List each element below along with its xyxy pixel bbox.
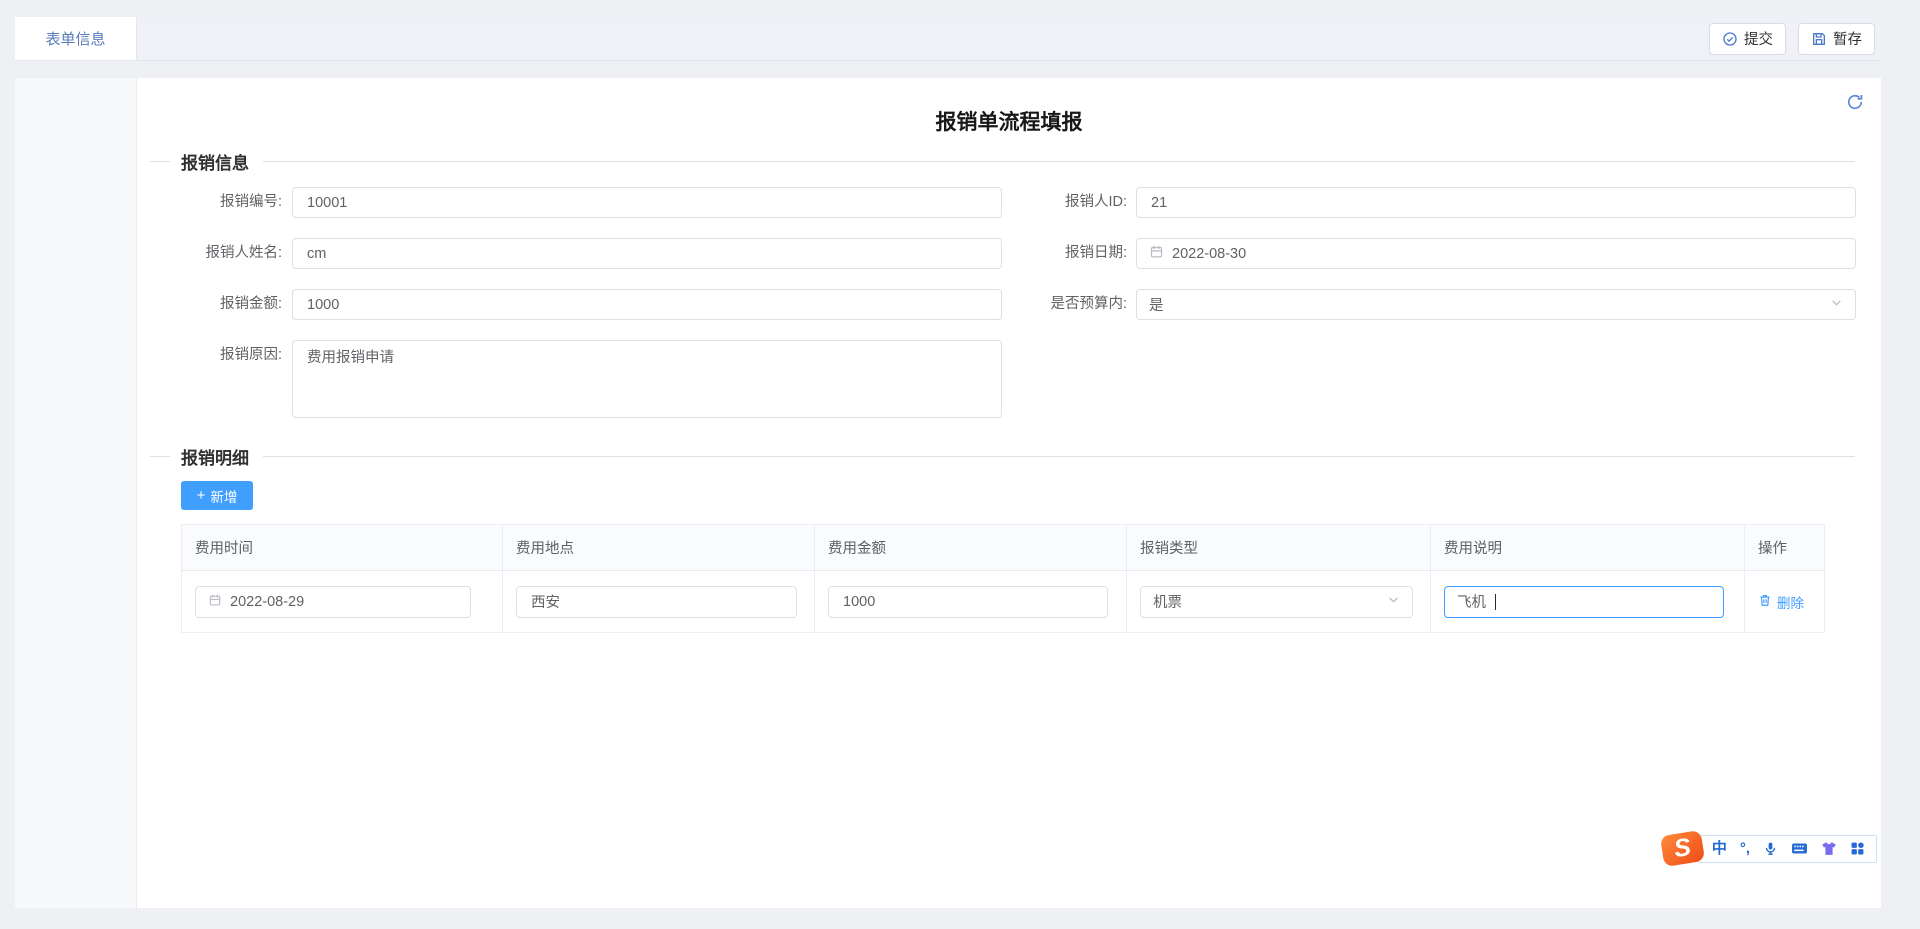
delete-row-label: 删除 <box>1777 592 1804 612</box>
reason-label: 报销原因: <box>147 340 282 371</box>
expense-date-picker[interactable]: 2022-08-30 <box>1136 238 1856 269</box>
row-expense-place-input[interactable] <box>516 586 797 618</box>
topbar-actions: 提交 暂存 <box>1709 17 1881 60</box>
tab-form-info[interactable]: 表单信息 <box>15 17 137 60</box>
ime-keyboard-icon[interactable] <box>1791 841 1808 856</box>
in-budget-label: 是否预算内: <box>907 289 1127 320</box>
ime-chinese-mode-icon[interactable]: 中 <box>1712 841 1727 856</box>
row-expense-desc-value: 飞机 <box>1457 591 1486 612</box>
left-gutter <box>15 78 137 908</box>
form-panel-main: 报销单流程填报 报销信息 报销编号: 报销人ID: 报销人姓名: 报销日期: <box>137 78 1881 908</box>
table-row: 2022-08-29 机票 <box>182 571 1824 632</box>
expense-date-value: 2022-08-30 <box>1172 246 1843 262</box>
save-draft-button-label: 暂存 <box>1833 28 1862 49</box>
row-expense-time-value: 2022-08-29 <box>230 594 458 610</box>
save-draft-button[interactable]: 暂存 <box>1798 23 1875 55</box>
field-reason: 报销原因: 费用报销申请 <box>147 340 1002 418</box>
header-expense-type: 报销类型 <box>1127 525 1431 570</box>
expense-no-label: 报销编号: <box>147 187 282 218</box>
text-caret <box>1495 594 1496 610</box>
expense-date-label: 报销日期: <box>907 238 1127 269</box>
row-expense-desc-input[interactable]: 飞机 <box>1444 586 1724 618</box>
row-expense-amount-input[interactable] <box>828 586 1108 618</box>
amount-input[interactable] <box>292 289 1002 320</box>
chevron-down-icon <box>1830 296 1843 313</box>
field-applicant-id: 报销人ID: <box>907 187 1856 218</box>
in-budget-value: 是 <box>1149 294 1822 315</box>
header-expense-time: 费用时间 <box>182 525 503 570</box>
page-title: 报销单流程填报 <box>137 106 1881 136</box>
submit-button[interactable]: 提交 <box>1709 23 1786 55</box>
applicant-name-label: 报销人姓名: <box>147 238 282 269</box>
header-actions: 操作 <box>1745 525 1824 570</box>
expense-detail-table: 费用时间 费用地点 费用金额 报销类型 费用说明 操作 <box>181 524 1825 633</box>
applicant-name-input[interactable] <box>292 238 1002 269</box>
row-expense-type-value: 机票 <box>1153 591 1379 612</box>
row-expense-time-picker[interactable]: 2022-08-29 <box>195 586 471 618</box>
applicant-id-label: 报销人ID: <box>907 187 1127 218</box>
delete-row-button[interactable]: 删除 <box>1758 592 1804 612</box>
section-divider-detail: 报销明细 <box>150 447 1855 465</box>
header-expense-amount: 费用金额 <box>815 525 1127 570</box>
floppy-disk-icon <box>1811 31 1827 47</box>
header-expense-desc: 费用说明 <box>1431 525 1745 570</box>
topbar: 表单信息 提交 暂存 <box>15 17 1881 61</box>
amount-label: 报销金额: <box>147 289 282 320</box>
field-applicant-name: 报销人姓名: <box>147 238 1002 269</box>
row-expense-type-select[interactable]: 机票 <box>1140 586 1413 618</box>
field-expense-no: 报销编号: <box>147 187 1002 218</box>
reason-textarea[interactable]: 费用报销申请 <box>292 340 1002 418</box>
in-budget-select[interactable]: 是 <box>1136 289 1856 320</box>
form-panel: 报销单流程填报 报销信息 报销编号: 报销人ID: 报销人姓名: 报销日期: <box>15 78 1881 908</box>
applicant-id-input[interactable] <box>1136 187 1856 218</box>
ime-microphone-icon[interactable] <box>1763 841 1778 856</box>
ime-toolbox-grid-icon[interactable] <box>1850 841 1865 856</box>
screen: 表单信息 提交 暂存 <box>0 0 1920 929</box>
field-amount: 报销金额: <box>147 289 1002 320</box>
section-divider-info: 报销信息 <box>150 152 1855 170</box>
trash-icon <box>1758 593 1772 610</box>
sogou-logo-icon[interactable]: S <box>1660 830 1705 867</box>
field-expense-date: 报销日期: 2022-08-30 <box>907 238 1856 269</box>
calendar-icon <box>1149 244 1164 263</box>
section-title-info: 报销信息 <box>181 149 249 174</box>
tab-form-info-label: 表单信息 <box>45 28 105 49</box>
expense-no-input[interactable] <box>292 187 1002 218</box>
ime-skin-shirt-icon[interactable] <box>1821 841 1837 856</box>
ime-toolbar: S 中 °, <box>1662 833 1877 864</box>
chevron-down-icon <box>1387 593 1400 610</box>
plus-icon: + <box>197 488 206 503</box>
calendar-icon <box>208 593 222 611</box>
field-in-budget: 是否预算内: 是 <box>907 289 1856 320</box>
header-expense-place: 费用地点 <box>503 525 815 570</box>
table-header-row: 费用时间 费用地点 费用金额 报销类型 费用说明 操作 <box>182 525 1824 571</box>
ime-punctuation-icon[interactable]: °, <box>1740 841 1750 856</box>
submit-button-label: 提交 <box>1744 28 1773 49</box>
section-title-detail: 报销明细 <box>181 444 249 469</box>
add-row-button-label: 新增 <box>210 486 237 506</box>
add-row-button[interactable]: + 新增 <box>181 481 253 510</box>
check-circle-icon <box>1722 31 1738 47</box>
